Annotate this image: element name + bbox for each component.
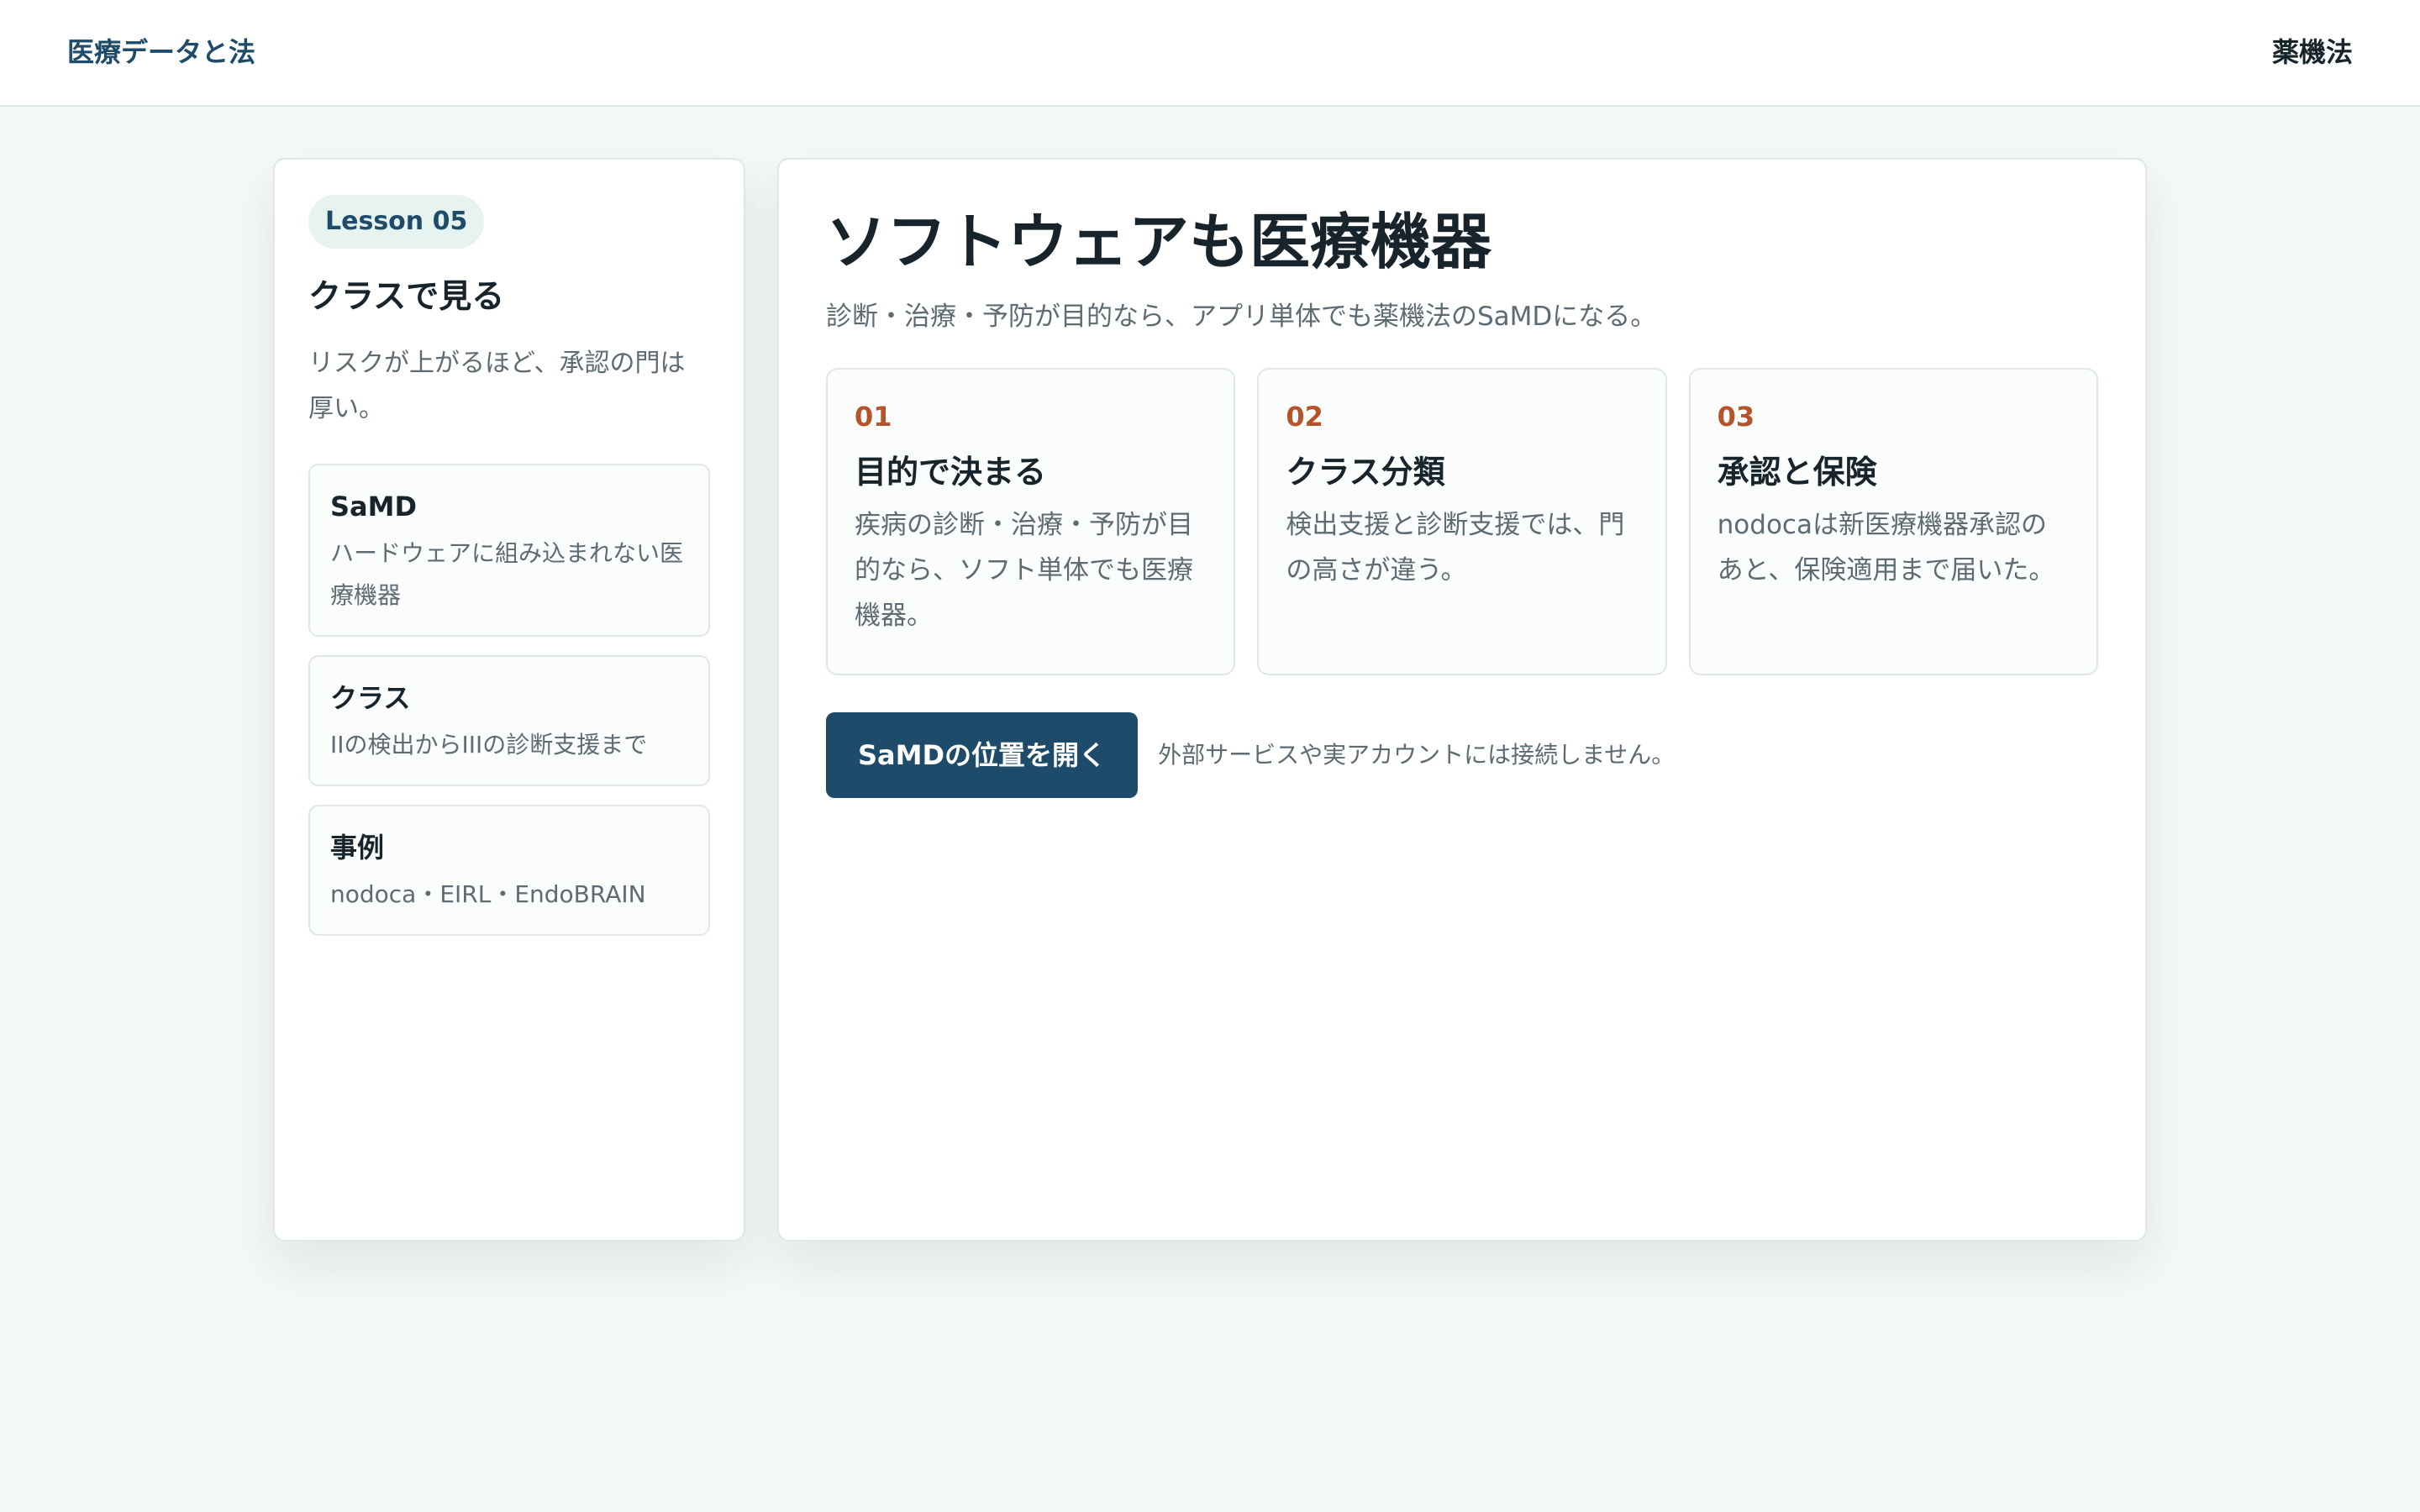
sidebar-item-title: SaMD (330, 491, 418, 522)
point-card-title: クラス分類 (1286, 454, 1445, 491)
point-card-purpose: 01 目的で決まる 疾病の診断・治療・予防が目的なら、ソフト単体でも医療機器。 (826, 368, 1236, 675)
site-brand-link[interactable]: 医療データと法 (67, 32, 255, 72)
point-card-title: 承認と保険 (1717, 454, 1877, 491)
connection-note: 外部サービスや実アカウントには接続しません。 (1158, 741, 1676, 769)
point-card-text: 検出支援と診断支援では、門の高さが違う。 (1286, 510, 1625, 585)
top-bar: 医療データと法 薬機法 (0, 0, 2420, 107)
sidebar-item-cases[interactable]: 事例 nodoca・EIRL・EndoBRAIN (308, 805, 710, 936)
lesson-main-panel: ソフトウェアも医療機器 診断・治療・予防が目的なら、アプリ単体でも薬機法のSaM… (777, 158, 2147, 1242)
sidebar-item-text: ハードウェアに組み込まれない医療機器 (330, 539, 684, 609)
point-card-number: 01 (855, 401, 892, 433)
point-card-text: nodocaは新医療機器承認のあと、保険適用まで届いた。 (1717, 510, 2055, 585)
sidebar-item-text: nodoca・EIRL・EndoBRAIN (330, 880, 646, 908)
page-title: ソフトウェアも医療機器 (826, 207, 1492, 277)
sidebar-item-text: IIの検出からIIIの診断支援まで (330, 731, 648, 759)
action-row: SaMDの位置を開く 外部サービスや実アカウントには接続しません。 (826, 712, 2098, 798)
point-card-text: 疾病の診断・治療・予防が目的なら、ソフト単体でも医療機器。 (855, 510, 1193, 631)
sidebar-topic-list: SaMD ハードウェアに組み込まれない医療機器 クラス IIの検出からIIIの診… (308, 464, 710, 936)
sidebar-item-title: 事例 (330, 832, 385, 864)
lesson-sidebar: Lesson 05 クラスで見る リスクが上がるほど、承認の門は厚い。 SaMD… (273, 158, 745, 1242)
point-cards: 01 目的で決まる 疾病の診断・治療・予防が目的なら、ソフト単体でも医療機器。 … (826, 368, 2098, 675)
point-card-number: 03 (1717, 401, 1755, 433)
sidebar-subtitle: リスクが上がるほど、承認の門は厚い。 (308, 349, 686, 423)
lesson-badge: Lesson 05 (308, 195, 485, 249)
point-card-number: 02 (1286, 401, 1323, 433)
nav-link-yakkiho[interactable]: 薬機法 (2272, 32, 2353, 72)
point-card-classification: 02 クラス分類 検出支援と診断支援では、門の高さが違う。 (1257, 368, 1667, 675)
page-subtitle: 診断・治療・予防が目的なら、アプリ単体でも薬機法のSaMDになる。 (826, 302, 1657, 332)
sidebar-item-samd[interactable]: SaMD ハードウェアに組み込まれない医療機器 (308, 464, 710, 637)
sidebar-title: クラスで見る (308, 278, 505, 316)
sidebar-item-class[interactable]: クラス IIの検出からIIIの診断支援まで (308, 655, 710, 786)
point-card-approval: 03 承認と保険 nodocaは新医療機器承認のあと、保険適用まで届いた。 (1688, 368, 2098, 675)
sidebar-item-title: クラス (330, 682, 411, 714)
open-samd-position-button[interactable]: SaMDの位置を開く (826, 712, 1139, 798)
point-card-title: 目的で決まる (855, 454, 1047, 491)
